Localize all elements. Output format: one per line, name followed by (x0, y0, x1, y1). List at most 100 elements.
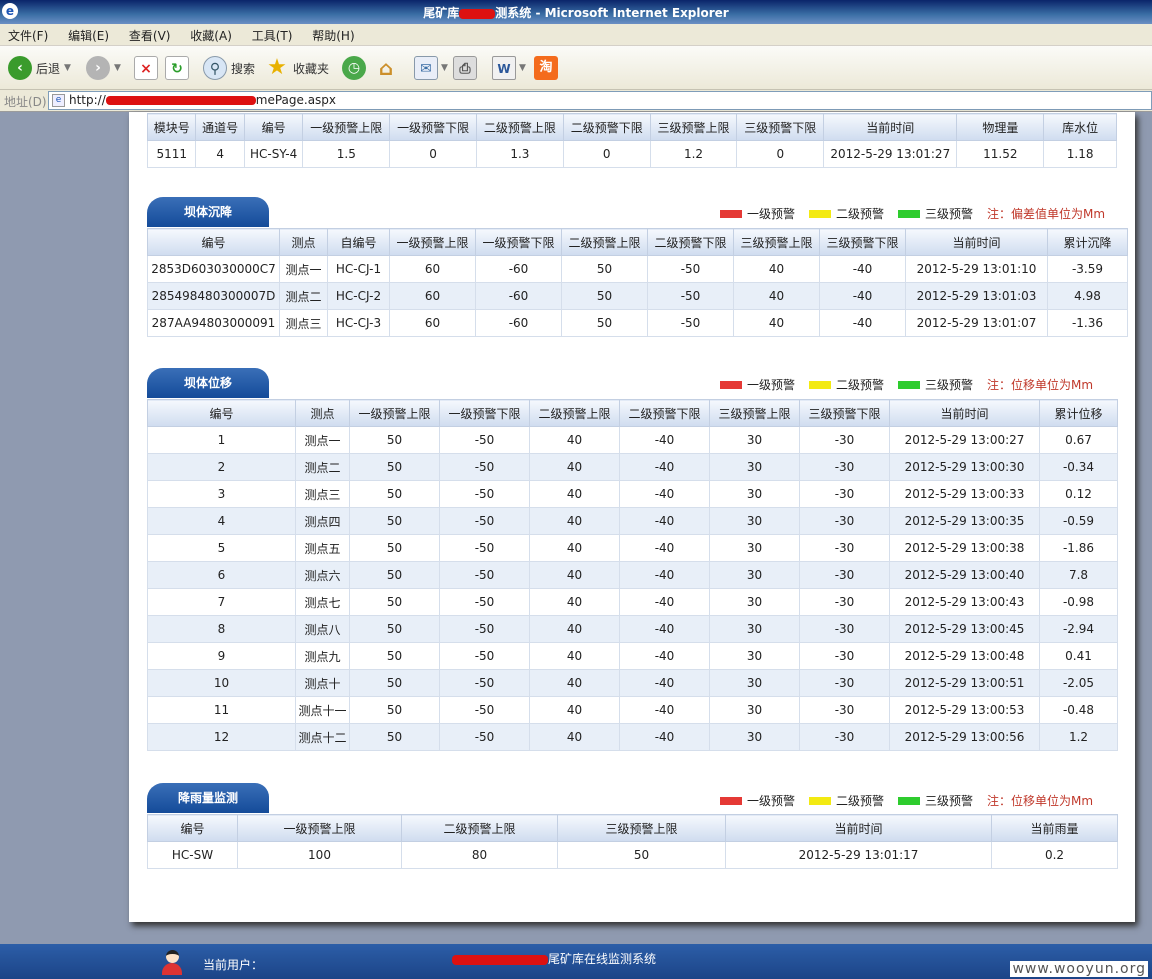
table-cell: 2012-5-29 13:01:10 (905, 255, 1048, 283)
section-tab-settlement[interactable]: 坝体沉降 (147, 197, 269, 227)
table-cell: 40 (733, 309, 820, 337)
table-cell: 11 (147, 696, 296, 724)
taobao-button[interactable]: 淘 (534, 54, 558, 82)
section-tab-displacement[interactable]: 坝体位移 (147, 368, 269, 398)
column-header: 累计沉降 (1047, 228, 1128, 256)
table-header-row: 编号 测点 自编号 一级预警上限 一级预警下限 二级预警上限 二级预警下限 三级预警上限 三级预… (147, 228, 1128, 256)
table-cell: 50 (349, 588, 440, 616)
table-cell: 30 (709, 615, 800, 643)
table-cell: 7.8 (1039, 561, 1118, 589)
table-cell: 50 (349, 669, 440, 697)
forward-button[interactable]: › ▼ (86, 54, 121, 82)
table-cell: 30 (709, 426, 800, 454)
displacement-table: 编号 测点 一级预警上限 一级预警下限 二级预警上限 二级预警下限 三级预警上限 三级预警下限… (147, 399, 1118, 751)
table-header-row: 编号 一级预警上限 二级预警上限 三级预警上限 当前时间 当前雨量 (147, 814, 1118, 842)
table-row: 2853D603030000C7 测点一 HC-CJ-1 60 -60 50 -50 40 -4… (147, 255, 1128, 283)
table-row: 285498480300007D 测点二 HC-CJ-2 60 -60 50 -50 40 -4… (147, 282, 1128, 310)
page-content: 模块号 通道号 编号 一级预警上限 一级预警下限 二级预警上限 二级预警下限 三级预警上限 三级… (129, 112, 1135, 922)
menu-help[interactable]: 帮助(H) (304, 24, 362, 47)
redaction-mark (105, 96, 256, 105)
table-row: HC-SW 100 80 50 2012-5-29 13:01:17 0.2 (147, 841, 1118, 869)
table-cell: 2012-5-29 13:00:48 (889, 642, 1040, 670)
table-cell: 30 (709, 669, 800, 697)
table-cell: 40 (529, 696, 620, 724)
home-button[interactable]: ⌂ (374, 54, 398, 82)
table-cell: 2012-5-29 13:01:03 (905, 282, 1048, 310)
refresh-button[interactable]: ↻ (165, 54, 189, 82)
table-cell: -40 (619, 723, 710, 751)
column-header: 模块号 (146, 113, 197, 141)
chevron-down-icon: ▼ (114, 63, 121, 73)
table-row: 10 测点十 50 -50 40 -40 30 -30 2012-5-29 13:00:51 -2… (147, 669, 1118, 697)
table-cell: HC-CJ-3 (327, 309, 390, 337)
table-cell: 40 (529, 588, 620, 616)
back-button[interactable]: ‹ 后退 ▼ (8, 54, 71, 82)
word-icon: W (492, 56, 516, 80)
history-button[interactable]: ◷ (342, 54, 366, 82)
table-cell: 1.2 (1039, 723, 1118, 751)
table-cell: 0.2 (991, 841, 1118, 869)
table-cell: 50 (349, 453, 440, 481)
table-cell: 60 (389, 282, 476, 310)
table-cell: 40 (529, 642, 620, 670)
table-cell: -40 (619, 453, 710, 481)
menu-edit[interactable]: 编辑(E) (60, 24, 117, 47)
table-cell: -30 (799, 588, 890, 616)
mail-button[interactable]: ✉ ▼ (414, 54, 448, 82)
menu-view[interactable]: 查看(V) (121, 24, 179, 47)
table-cell: 40 (529, 426, 620, 454)
table-cell: -30 (799, 426, 890, 454)
table-cell: 40 (529, 453, 620, 481)
column-header: 当前时间 (889, 399, 1040, 427)
table-cell: 8 (147, 615, 296, 643)
window-title: 尾矿库 测系统 - Microsoft Internet Explorer (423, 6, 729, 20)
table-cell: 50 (349, 642, 440, 670)
menu-file[interactable]: 文件(F) (0, 24, 56, 47)
table-cell: 测点十 (295, 669, 350, 697)
table-cell: -30 (799, 453, 890, 481)
table-cell: HC-SY-4 (243, 140, 304, 168)
print-button[interactable]: ⎙ (453, 54, 477, 82)
table-cell: 0 (736, 140, 825, 168)
table-cell: -0.59 (1039, 507, 1118, 535)
table-cell: -0.98 (1039, 588, 1118, 616)
edit-button[interactable]: W ▼ (492, 54, 526, 82)
favorites-button[interactable]: ★ 收藏夹 (265, 54, 329, 82)
table-cell: -2.05 (1039, 669, 1118, 697)
search-button[interactable]: ⚲ 搜索 (203, 54, 255, 82)
table-row: 5 测点五 50 -50 40 -40 30 -30 2012-5-29 13:00:38 -1.… (147, 534, 1118, 562)
table-cell: 40 (529, 615, 620, 643)
table-row: 287AA94803000091 测点三 HC-CJ-3 60 -60 50 -50 40 -4… (147, 309, 1128, 337)
table-row: 11 测点十一 50 -50 40 -40 30 -30 2012-5-29 13:00:53-… (147, 696, 1118, 724)
table-cell: 2012-5-29 13:00:38 (889, 534, 1040, 562)
table-cell: 2012-5-29 13:01:07 (905, 309, 1048, 337)
table-cell: 0.12 (1039, 480, 1118, 508)
table-cell: -50 (439, 615, 530, 643)
column-header: 三级预警下限 (819, 228, 906, 256)
column-header: 编号 (147, 814, 238, 842)
menu-favorites[interactable]: 收藏(A) (182, 24, 240, 47)
table-row: 12 测点十二 50 -50 40 -40 30 -30 2012-5-29 13:00:56 1… (147, 723, 1118, 751)
settlement-table: 编号 测点 自编号 一级预警上限 一级预警下限 二级预警上限 二级预警下限 三级预警上限 三级预… (147, 228, 1128, 337)
address-input[interactable]: e http://mePage.aspx (48, 91, 1152, 110)
menu-tools[interactable]: 工具(T) (244, 24, 301, 47)
table-cell: -50 (439, 453, 530, 481)
table-cell: -50 (439, 669, 530, 697)
column-header: 一级预警上限 (237, 814, 402, 842)
column-header: 三级预警上限 (733, 228, 820, 256)
table-cell: -30 (799, 642, 890, 670)
mail-icon: ✉ (414, 56, 438, 80)
table-cell: 1.18 (1043, 140, 1117, 168)
table-cell: 10 (147, 669, 296, 697)
stop-button[interactable]: × (134, 54, 158, 82)
column-header: 当前时间 (823, 113, 958, 141)
table-cell: 50 (561, 282, 648, 310)
table-cell: -30 (799, 480, 890, 508)
table-cell: 0.67 (1039, 426, 1118, 454)
redaction-mark (459, 8, 496, 19)
table-cell: 60 (389, 309, 476, 337)
table-cell: 2012-5-29 13:00:45 (889, 615, 1040, 643)
table-cell: 30 (709, 588, 800, 616)
column-header: 一级预警上限 (302, 113, 391, 141)
section-tab-rainfall[interactable]: 降雨量监测 (147, 783, 269, 813)
